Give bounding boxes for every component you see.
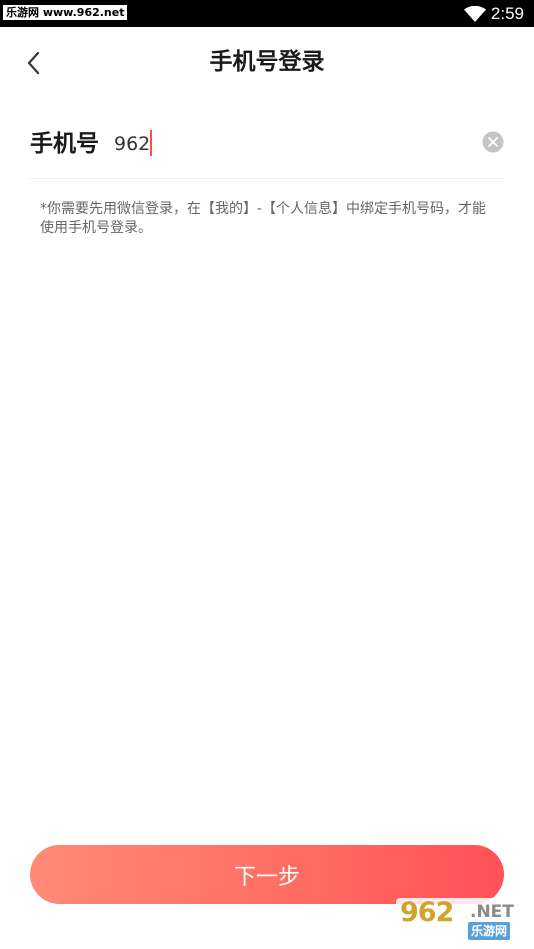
phone-label: 手机号 (30, 131, 99, 157)
next-button[interactable]: 下一步 (30, 845, 504, 904)
login-hint: *你需要先用微信登录，在【我的】-【个人信息】中绑定手机号码，才能使用手机号登录… (40, 201, 487, 236)
wifi-icon (464, 6, 486, 22)
page-title: 手机号登录 (209, 49, 325, 75)
logo-main-text: 962 (400, 897, 454, 928)
logo-sub-text: 乐游网 (468, 922, 511, 940)
status-bar: 乐游网 www.962.net 2:59 (0, 0, 534, 27)
page-header: 手机号登录 (0, 27, 534, 97)
clear-circle-icon[interactable] (482, 131, 504, 153)
status-clock: 2:59 (490, 4, 524, 23)
phone-input[interactable] (114, 128, 454, 160)
site-logo: 962 .NET 乐游网 (396, 898, 528, 944)
logo-net-text: .NET (470, 902, 514, 922)
text-caret (150, 130, 152, 156)
phone-input-row: 手机号 (30, 120, 504, 179)
status-watermark: 乐游网 www.962.net (3, 5, 128, 20)
